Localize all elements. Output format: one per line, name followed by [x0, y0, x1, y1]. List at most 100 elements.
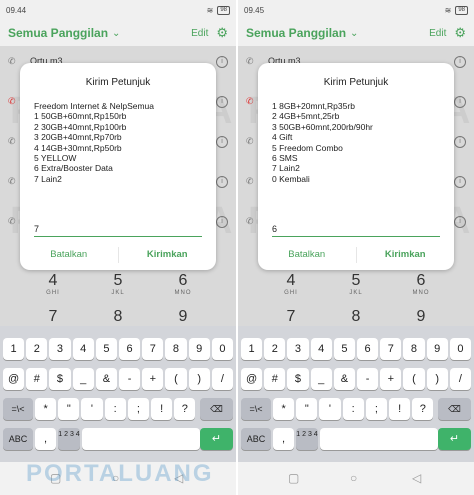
- info-icon[interactable]: i: [216, 176, 228, 188]
- dial-key-8[interactable]: 8: [98, 308, 138, 326]
- key-2[interactable]: 2: [26, 338, 48, 360]
- dial-key-5[interactable]: 5 JKL: [336, 272, 376, 296]
- key-symbol[interactable]: #: [264, 368, 286, 390]
- key-symbol[interactable]: @: [3, 368, 25, 390]
- key-8[interactable]: 8: [403, 338, 425, 360]
- key-symbol[interactable]: ': [319, 398, 341, 420]
- number-layout-key[interactable]: 1 2 3 4: [58, 428, 80, 450]
- key-symbol[interactable]: &: [95, 368, 117, 390]
- key-9[interactable]: 9: [188, 338, 210, 360]
- reply-input[interactable]: 6: [272, 220, 440, 237]
- key-symbol[interactable]: :: [104, 398, 126, 420]
- key-9[interactable]: 9: [426, 338, 448, 360]
- key-3[interactable]: 3: [49, 338, 71, 360]
- back-icon[interactable]: ◁: [412, 471, 421, 485]
- key-symbol[interactable]: ): [426, 368, 448, 390]
- key-7[interactable]: 7: [142, 338, 164, 360]
- backspace-key[interactable]: ⌫: [200, 398, 233, 420]
- header-title[interactable]: Semua Panggilan: [246, 26, 346, 40]
- key-symbol[interactable]: :: [342, 398, 364, 420]
- key-symbol[interactable]: $: [49, 368, 71, 390]
- key-symbol[interactable]: ?: [412, 398, 434, 420]
- enter-key[interactable]: ↵: [438, 428, 471, 450]
- key-more-symbols[interactable]: =\<: [3, 398, 33, 420]
- info-icon[interactable]: i: [454, 136, 466, 148]
- key-symbol[interactable]: &: [333, 368, 355, 390]
- dial-key-5[interactable]: 5 JKL: [98, 272, 138, 296]
- key-symbol[interactable]: _: [310, 368, 332, 390]
- edit-button[interactable]: Edit: [429, 28, 446, 39]
- gear-icon[interactable]: ⚙: [454, 25, 466, 41]
- info-icon[interactable]: i: [216, 136, 228, 148]
- gear-icon[interactable]: ⚙: [216, 25, 228, 41]
- key-4[interactable]: 4: [72, 338, 94, 360]
- space-key[interactable]: [320, 428, 438, 450]
- key-0[interactable]: 0: [211, 338, 233, 360]
- edit-button[interactable]: Edit: [191, 28, 208, 39]
- key-4[interactable]: 4: [310, 338, 332, 360]
- send-button[interactable]: Kirimkan: [357, 241, 455, 269]
- key-symbol[interactable]: _: [72, 368, 94, 390]
- header-title[interactable]: Semua Panggilan: [8, 26, 108, 40]
- number-layout-key[interactable]: 1 2 3 4: [296, 428, 318, 450]
- key-symbol[interactable]: ;: [127, 398, 149, 420]
- key-symbol[interactable]: (: [165, 368, 187, 390]
- comma-key[interactable]: ,: [35, 428, 56, 450]
- key-symbol[interactable]: !: [389, 398, 411, 420]
- info-icon[interactable]: i: [454, 176, 466, 188]
- key-symbol[interactable]: #: [26, 368, 48, 390]
- key-2[interactable]: 2: [264, 338, 286, 360]
- dial-key-7[interactable]: 7: [271, 308, 311, 326]
- key-symbol[interactable]: ;: [365, 398, 387, 420]
- key-1[interactable]: 1: [241, 338, 263, 360]
- key-7[interactable]: 7: [380, 338, 402, 360]
- dial-key-4[interactable]: 4 GHI: [33, 272, 73, 296]
- key-5[interactable]: 5: [95, 338, 117, 360]
- key-3[interactable]: 3: [287, 338, 309, 360]
- dial-key-9[interactable]: 9: [163, 308, 203, 326]
- abc-key[interactable]: ABC: [3, 428, 33, 450]
- key-symbol[interactable]: (: [403, 368, 425, 390]
- key-symbol[interactable]: ": [296, 398, 318, 420]
- dial-key-4[interactable]: 4 GHI: [271, 272, 311, 296]
- key-more-symbols[interactable]: =\<: [241, 398, 271, 420]
- key-symbol[interactable]: /: [211, 368, 233, 390]
- dial-key-6[interactable]: 6 MNO: [401, 272, 441, 296]
- key-symbol[interactable]: ?: [174, 398, 196, 420]
- dial-key-6[interactable]: 6 MNO: [163, 272, 203, 296]
- dial-key-9[interactable]: 9: [401, 308, 441, 326]
- backspace-key[interactable]: ⌫: [438, 398, 471, 420]
- dial-key-8[interactable]: 8: [336, 308, 376, 326]
- reply-input[interactable]: 7: [34, 220, 202, 237]
- key-symbol[interactable]: +: [380, 368, 402, 390]
- key-0[interactable]: 0: [449, 338, 471, 360]
- key-symbol[interactable]: -: [119, 368, 141, 390]
- key-symbol[interactable]: ": [58, 398, 80, 420]
- enter-key[interactable]: ↵: [200, 428, 233, 450]
- key-symbol[interactable]: +: [142, 368, 164, 390]
- key-symbol[interactable]: /: [449, 368, 471, 390]
- cancel-button[interactable]: Batalkan: [20, 241, 118, 269]
- key-symbol[interactable]: -: [357, 368, 379, 390]
- chevron-down-icon[interactable]: ⌄: [350, 28, 358, 39]
- send-button[interactable]: Kirimkan: [119, 241, 217, 269]
- key-5[interactable]: 5: [333, 338, 355, 360]
- comma-key[interactable]: ,: [273, 428, 294, 450]
- key-1[interactable]: 1: [3, 338, 25, 360]
- key-symbol[interactable]: @: [241, 368, 263, 390]
- key-symbol[interactable]: *: [273, 398, 295, 420]
- dial-key-7[interactable]: 7: [33, 308, 73, 326]
- key-symbol[interactable]: ': [81, 398, 103, 420]
- info-icon[interactable]: i: [454, 56, 466, 68]
- key-6[interactable]: 6: [357, 338, 379, 360]
- key-symbol[interactable]: !: [151, 398, 173, 420]
- key-8[interactable]: 8: [165, 338, 187, 360]
- key-symbol[interactable]: *: [35, 398, 57, 420]
- cancel-button[interactable]: Batalkan: [258, 241, 356, 269]
- info-icon[interactable]: i: [216, 56, 228, 68]
- key-6[interactable]: 6: [119, 338, 141, 360]
- chevron-down-icon[interactable]: ⌄: [112, 28, 120, 39]
- recent-apps-icon[interactable]: ▢: [288, 471, 299, 485]
- abc-key[interactable]: ABC: [241, 428, 271, 450]
- home-icon[interactable]: ○: [350, 471, 357, 485]
